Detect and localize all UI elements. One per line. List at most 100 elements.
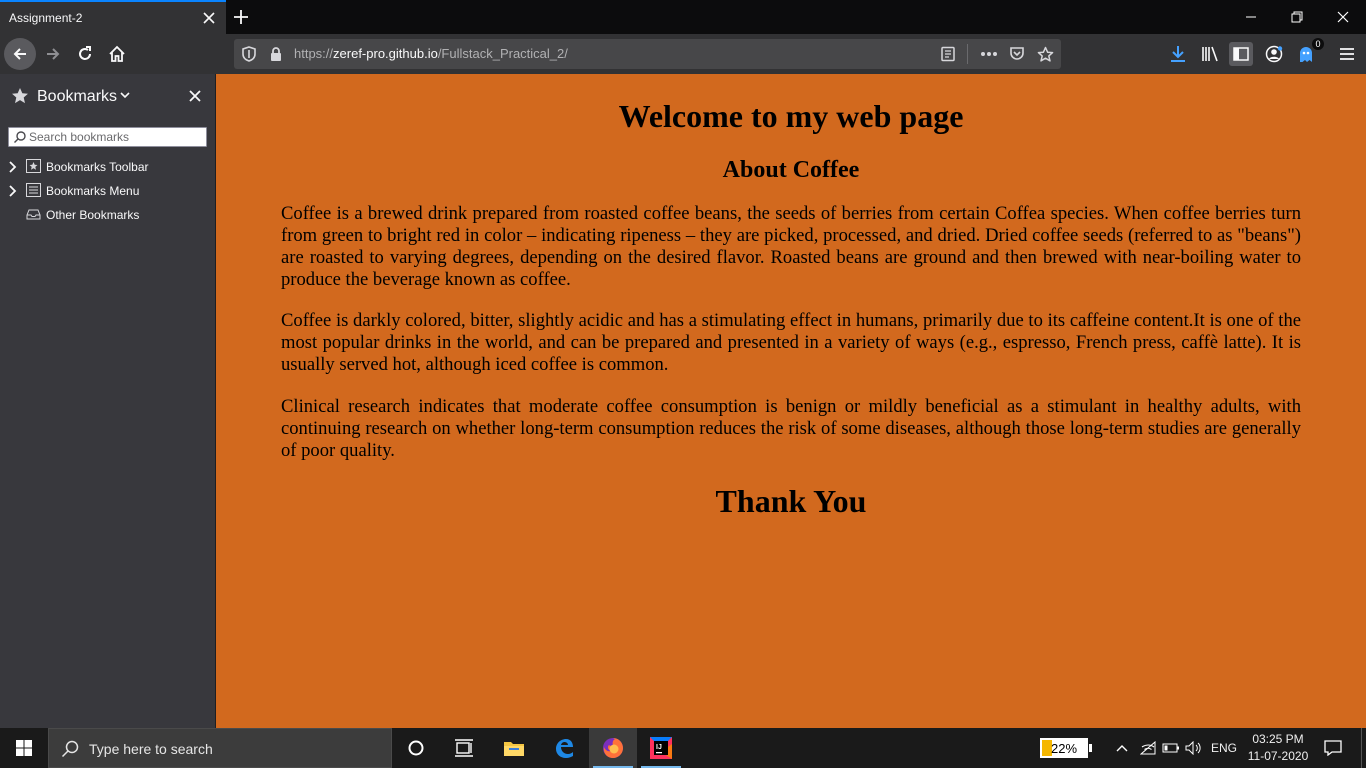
back-button[interactable]	[4, 38, 36, 70]
paragraph: Clinical research indicates that moderat…	[281, 396, 1301, 461]
show-desktop-button[interactable]	[1361, 728, 1366, 768]
forward-arrow-icon	[47, 48, 60, 60]
clock-time: 03:25 PM	[1252, 732, 1304, 746]
menu-button[interactable]	[1335, 42, 1359, 66]
start-button[interactable]	[0, 728, 48, 768]
thank-you-heading: Thank You	[715, 483, 867, 519]
star-icon	[1037, 46, 1053, 62]
bookmarks-menu-icon	[26, 183, 41, 197]
firefox-icon	[603, 738, 623, 758]
extension-button[interactable]: 0	[1294, 38, 1324, 66]
lock-icon	[271, 47, 281, 61]
svg-text:IJ: IJ	[656, 744, 662, 751]
url-scheme: https://	[294, 46, 334, 61]
chevron-right-icon[interactable]	[8, 185, 18, 197]
bookmark-folder-label: Bookmarks Toolbar	[46, 160, 149, 174]
system-clock[interactable]: 03:25 PM 11-07-2020	[1244, 731, 1312, 765]
page-actions-button[interactable]	[980, 45, 998, 63]
wifi-icon	[1140, 741, 1156, 755]
edge-button[interactable]	[540, 728, 588, 768]
sidebar-toggle-button[interactable]	[1229, 42, 1253, 66]
firefox-button[interactable]	[589, 728, 637, 768]
restore-icon	[1291, 11, 1303, 23]
other-bookmarks-icon	[26, 209, 41, 220]
extension-badge: 0	[1312, 38, 1324, 50]
volume-button[interactable]	[1184, 738, 1204, 758]
page-subheading: About Coffee	[722, 157, 860, 183]
chevron-down-icon[interactable]	[120, 91, 130, 99]
speaker-icon	[1185, 741, 1201, 755]
site-info-button[interactable]	[267, 45, 285, 63]
sidebar-icon	[1233, 47, 1249, 61]
url-host: zeref-pro.github.io	[333, 46, 438, 61]
chevron-up-icon	[1116, 745, 1128, 752]
account-icon	[1265, 45, 1283, 63]
action-center-button[interactable]	[1318, 728, 1348, 768]
cortana-icon	[408, 740, 424, 756]
reload-button[interactable]	[69, 38, 101, 70]
bookmark-folder-other[interactable]: Other Bookmarks	[0, 204, 215, 226]
bookmarks-search-field[interactable]	[8, 127, 207, 147]
paragraph: Coffee is darkly colored, bitter, slight…	[281, 310, 1301, 375]
network-button[interactable]	[1138, 738, 1158, 758]
minimize-button[interactable]	[1228, 0, 1274, 34]
back-arrow-icon	[13, 48, 26, 60]
reader-view-icon	[941, 46, 955, 62]
tab-close-icon[interactable]	[202, 11, 216, 25]
show-hidden-icons-button[interactable]	[1112, 738, 1132, 758]
tab-assignment-2[interactable]: Assignment-2	[0, 0, 226, 34]
close-window-button[interactable]	[1320, 0, 1366, 34]
intellij-button[interactable]: IJ	[637, 728, 685, 768]
bookmark-folder-menu[interactable]: Bookmarks Menu	[0, 180, 215, 202]
task-view-button[interactable]	[440, 728, 488, 768]
battery-indicator[interactable]: 22%	[1040, 738, 1092, 758]
new-tab-icon[interactable]	[232, 8, 250, 26]
pocket-button[interactable]	[1008, 45, 1026, 63]
taskbar-search-box[interactable]: Type here to search	[48, 728, 392, 768]
power-button[interactable]	[1161, 738, 1181, 758]
reload-icon	[79, 46, 91, 60]
chevron-right-icon[interactable]	[8, 161, 18, 173]
restore-button[interactable]	[1274, 0, 1320, 34]
sidebar-close-icon[interactable]	[187, 88, 203, 104]
edge-icon	[556, 739, 573, 758]
search-icon	[61, 740, 79, 758]
file-explorer-icon	[504, 742, 524, 756]
account-button[interactable]	[1262, 42, 1286, 66]
bookmark-folder-toolbar[interactable]: Bookmarks Toolbar	[0, 156, 215, 178]
pocket-icon	[1010, 47, 1024, 60]
url-text[interactable]: https://zeref-pro.github.io/Fullstack_Pr…	[294, 46, 568, 61]
url-path: /Fullstack_Practical_2/	[437, 46, 568, 61]
bookmarks-search-input[interactable]	[29, 129, 204, 145]
notification-icon	[1324, 740, 1342, 756]
tracking-protection-button[interactable]	[240, 45, 258, 63]
input-language-button[interactable]: ENG	[1207, 738, 1241, 758]
forward-button[interactable]	[37, 38, 69, 70]
page-content: Welcome to my web page About Coffee Coff…	[216, 74, 1366, 728]
downloads-button[interactable]	[1166, 42, 1190, 66]
sidebar-title[interactable]: Bookmarks	[37, 88, 117, 106]
minimize-icon	[1246, 16, 1256, 18]
home-button[interactable]	[101, 38, 133, 70]
windows-taskbar: Type here to search IJ 22% ENG 03:25 PM …	[0, 728, 1366, 768]
task-view-icon	[455, 739, 473, 757]
close-icon	[1337, 11, 1349, 23]
battery-nub	[1089, 744, 1092, 752]
hamburger-menu-icon	[1340, 48, 1354, 60]
reader-view-button[interactable]	[939, 45, 957, 63]
bookmarks-star-icon	[12, 88, 28, 104]
library-icon	[1202, 46, 1218, 62]
shield-icon	[242, 46, 256, 62]
tab-title: Assignment-2	[9, 11, 83, 25]
file-explorer-button[interactable]	[490, 728, 538, 768]
download-arrow-icon	[1171, 46, 1185, 62]
bookmarks-sidebar: Bookmarks Bookmarks Toolbar Bookmarks Me…	[0, 74, 216, 728]
bookmark-star-button[interactable]	[1036, 45, 1054, 63]
sidebar-header: Bookmarks	[0, 74, 215, 118]
battery-percent-label: 22%	[1050, 741, 1078, 756]
cortana-button[interactable]	[392, 728, 440, 768]
url-bar[interactable]: https://zeref-pro.github.io/Fullstack_Pr…	[234, 39, 1061, 69]
more-dots-icon	[981, 52, 997, 56]
bookmark-folder-label: Bookmarks Menu	[46, 184, 140, 198]
library-button[interactable]	[1198, 42, 1222, 66]
